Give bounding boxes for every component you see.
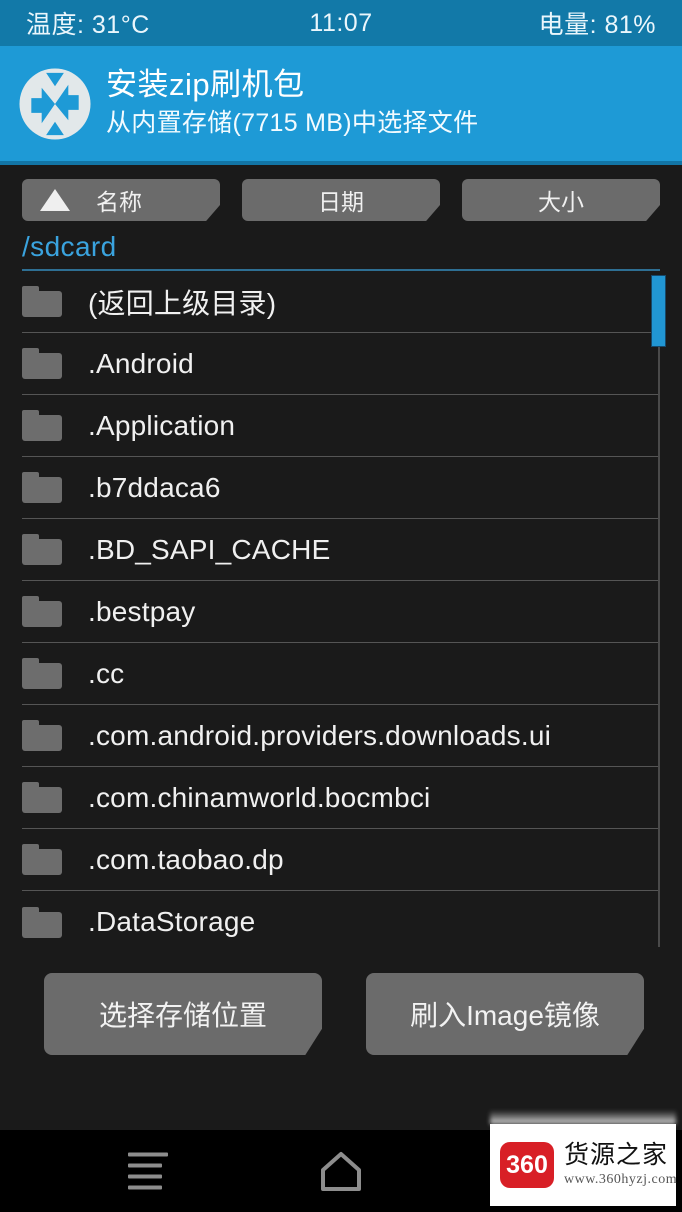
folder-icon [22, 348, 62, 379]
file-list-item-label: .bestpay [88, 595, 196, 627]
folder-icon [22, 472, 62, 503]
status-bar: 温度: 31°C 11:07 电量: 81% [0, 0, 682, 46]
file-list-item[interactable]: .DataStorage [22, 891, 660, 953]
file-list: (返回上级目录) .Android .Application .b7ddaca6 .BD… [22, 271, 660, 953]
status-battery: 电量: 81% [538, 11, 656, 39]
folder-icon [22, 410, 62, 441]
file-list-item[interactable]: .BD_SAPI_CACHE [22, 519, 660, 581]
path-breadcrumb-wrap: /sdcard [0, 221, 682, 271]
file-list-item-label: (返回上级目录) [88, 287, 277, 319]
sort-by-date-label: 日期 [318, 189, 364, 215]
menu-line [128, 1185, 162, 1190]
header-text-block: 安装zip刷机包 从内置存储(7715 MB)中选择文件 [106, 67, 478, 139]
file-browser: (返回上级目录) .Android .Application .b7ddaca6 .BD… [0, 271, 682, 953]
status-temperature: 温度: 31°C [26, 11, 150, 39]
file-list-item[interactable]: .Application [22, 395, 660, 457]
scrollbar-thumb[interactable] [651, 275, 666, 347]
menu-line [128, 1174, 162, 1179]
file-list-item[interactable]: .com.android.providers.downloads.ui [22, 705, 660, 767]
menu-line [128, 1152, 168, 1157]
current-path[interactable]: /sdcard [22, 231, 660, 269]
file-list-item[interactable]: .Android [22, 333, 660, 395]
file-list-item-label: .com.taobao.dp [88, 843, 284, 875]
watermark-site-name: 货源之家 [564, 1140, 669, 1170]
file-list-item[interactable]: .bestpay [22, 581, 660, 643]
sort-by-date-button[interactable]: 日期 [242, 179, 440, 221]
watermark-logo-icon: 360 [500, 1142, 554, 1188]
folder-icon [22, 844, 62, 875]
scrollbar-track[interactable] [658, 277, 660, 947]
twrp-logo-icon [18, 67, 92, 141]
page-subtitle: 从内置存储(7715 MB)中选择文件 [106, 109, 479, 138]
file-list-item-label: .com.chinamworld.bocmbci [88, 781, 431, 813]
file-list-item[interactable]: .cc [22, 643, 660, 705]
folder-icon [22, 534, 62, 565]
folder-icon [22, 906, 62, 938]
home-icon[interactable] [318, 1151, 364, 1191]
sort-by-size-button[interactable]: 大小 [462, 179, 660, 221]
file-list-item-label: .BD_SAPI_CACHE [88, 533, 331, 565]
folder-icon [22, 782, 62, 813]
sort-by-name-label: 名称 [96, 189, 142, 215]
file-list-item[interactable]: .b7ddaca6 [22, 457, 660, 519]
page-title: 安装zip刷机包 [106, 67, 305, 103]
file-list-item-label: .com.android.providers.downloads.ui [88, 719, 552, 751]
menu-icon[interactable] [128, 1152, 168, 1190]
file-list-item-label: .Application [88, 409, 236, 441]
sort-by-size-label: 大小 [538, 189, 584, 215]
sort-toolbar: 名称 日期 大小 [0, 165, 682, 221]
menu-line [128, 1163, 162, 1168]
flash-image-label: 刷入Image镜像 [410, 1000, 600, 1031]
sort-by-name-button[interactable]: 名称 [22, 179, 220, 221]
folder-icon [22, 720, 62, 751]
folder-icon [22, 286, 62, 317]
select-storage-label: 选择存储位置 [98, 1000, 267, 1031]
folder-icon [22, 658, 62, 689]
action-button-row: 选择存储位置 刷入Image镜像 [0, 953, 682, 1055]
watermark-overlay: 360 货源之家 www.360hyzj.com [490, 1124, 677, 1206]
watermark-smudge [490, 1110, 676, 1124]
watermark-text-block: 货源之家 www.360hyzj.com [564, 1142, 677, 1187]
triangle-up-icon [40, 189, 70, 211]
file-list-item-label: .Android [88, 347, 194, 379]
folder-icon [22, 596, 62, 627]
file-list-item-label: .cc [88, 657, 125, 689]
file-list-item[interactable]: .com.chinamworld.bocmbci [22, 767, 660, 829]
flash-image-button[interactable]: 刷入Image镜像 [366, 973, 644, 1055]
file-list-item-label: .b7ddaca6 [88, 471, 221, 503]
watermark-site-url: www.360hyzj.com [564, 1171, 678, 1187]
file-list-item[interactable]: (返回上级目录) [22, 271, 660, 333]
select-storage-button[interactable]: 选择存储位置 [44, 973, 322, 1055]
file-list-item-label: .DataStorage [88, 906, 256, 937]
file-list-item[interactable]: .com.taobao.dp [22, 829, 660, 891]
app-header: 安装zip刷机包 从内置存储(7715 MB)中选择文件 [0, 46, 682, 165]
